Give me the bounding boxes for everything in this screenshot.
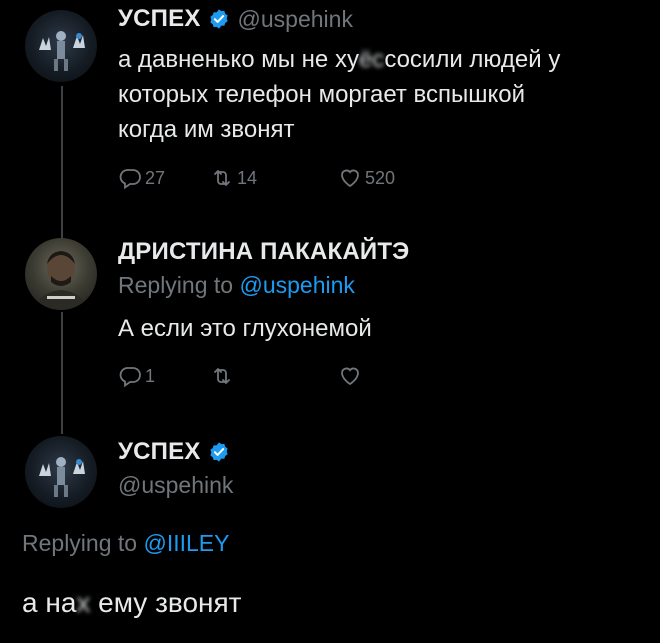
heart-icon (341, 169, 359, 188)
reply-count: 27 (145, 167, 166, 188)
censor-mark: х (76, 587, 91, 618)
retweet-icon (214, 170, 230, 186)
thread-line (61, 312, 63, 434)
retweet-icon (214, 368, 230, 384)
replying-to-handle[interactable]: @IIILEY (143, 530, 229, 556)
avatar-image (39, 457, 85, 497)
verified-badge-icon (209, 9, 228, 29)
tweet-actions: 1 (118, 364, 365, 388)
retweet-button[interactable]: 14 (210, 166, 338, 190)
tweet-text-part: ему звонят (90, 587, 242, 618)
tweet-text-line: когда им звонят (118, 116, 295, 143)
avatar[interactable] (25, 238, 97, 310)
heart-icon (341, 367, 359, 386)
avatar[interactable] (25, 436, 97, 508)
replying-to-handle[interactable]: @uspehink (239, 272, 354, 298)
author-name[interactable]: УСПЕХ (118, 5, 201, 33)
reply-button[interactable]: 27 (118, 166, 210, 190)
replying-to-label: Replying to (118, 272, 240, 298)
replying-to-label: Replying to (22, 530, 144, 556)
thread-line (61, 86, 63, 246)
tweet-text-line: сосили людей у (384, 46, 561, 73)
like-button[interactable]: 520 (338, 166, 395, 190)
retweet-button[interactable] (210, 364, 338, 388)
reply-icon (119, 169, 141, 190)
reply-button[interactable]: 1 (118, 364, 210, 388)
tweet-text-line: а давненько мы не ху (118, 46, 359, 73)
replying-to: Replying to @uspehink (118, 272, 355, 299)
author-name[interactable]: ДРИСТИНА ПАКАКАЙТЭ (118, 238, 409, 266)
like-button[interactable] (338, 364, 365, 388)
avatar-image (35, 251, 87, 310)
tweet-text-part: а на (22, 587, 77, 618)
author-handle[interactable]: @uspehink (118, 472, 233, 499)
tweet-text-line: которых телефон моргает вспышкой (118, 81, 526, 108)
like-count: 520 (365, 167, 396, 188)
avatar-image (39, 31, 85, 71)
replying-to: Replying to @IIILEY (22, 530, 229, 557)
author-name[interactable]: УСПЕХ (118, 438, 201, 466)
verified-badge-icon (209, 442, 228, 462)
tweet-text: а нах ему звонят (22, 584, 622, 622)
tweet-actions: 27 14 520 (118, 166, 395, 190)
reply-icon (119, 367, 141, 388)
reply-count: 1 (145, 365, 156, 386)
avatar[interactable] (25, 10, 97, 82)
tweet-text: А если это глухонемой (118, 315, 372, 342)
retweet-count: 14 (237, 167, 258, 188)
tweet-text: а давненько мы не хуёссосили людей у кот… (118, 42, 638, 147)
censor-mark: ёс (358, 46, 385, 73)
author-handle[interactable]: @uspehink (238, 6, 353, 33)
